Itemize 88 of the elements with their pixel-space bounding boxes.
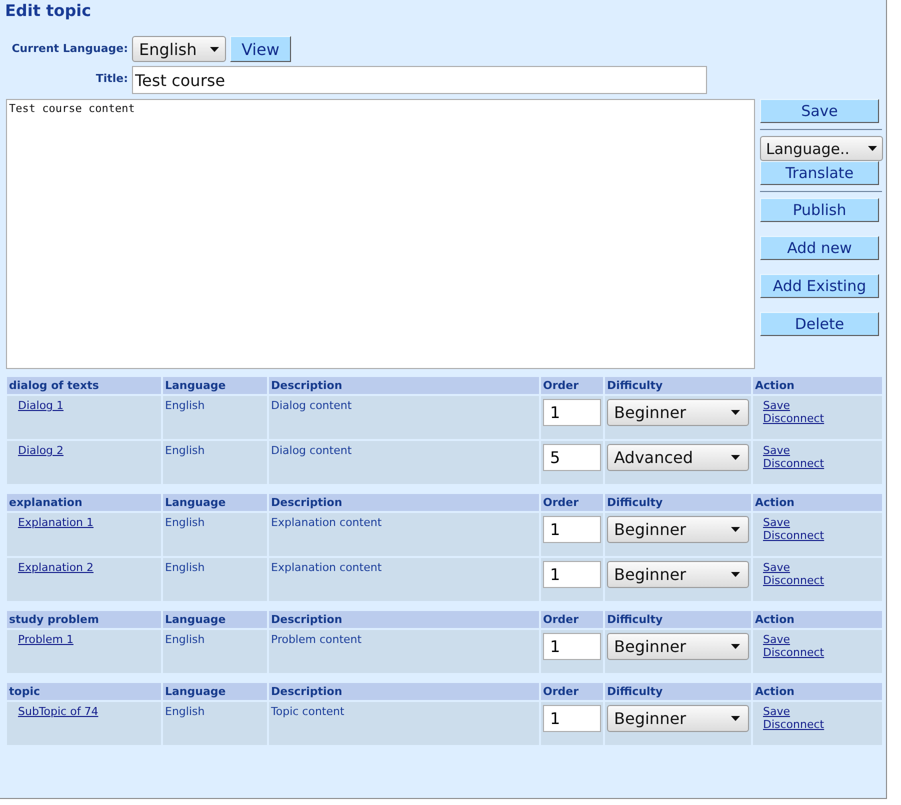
save-button[interactable]: Save: [760, 99, 879, 123]
order-field[interactable]: 5: [543, 444, 601, 471]
table-cell: English: [163, 441, 267, 484]
difficulty-dropdown[interactable]: Beginner: [607, 399, 749, 426]
item-link[interactable]: Dialog 1: [18, 399, 64, 412]
item-link[interactable]: Explanation 2: [18, 561, 94, 574]
action-link[interactable]: Save: [763, 561, 790, 574]
column-header: study problem: [7, 611, 161, 628]
action-link[interactable]: Disconnect: [763, 646, 824, 659]
table-cell: English: [163, 513, 267, 556]
action-link[interactable]: Disconnect: [763, 529, 824, 542]
column-header: Language: [163, 377, 267, 394]
translate-button[interactable]: Translate: [760, 161, 879, 185]
action-link[interactable]: Disconnect: [763, 574, 824, 587]
column-header: explanation: [7, 494, 161, 511]
table-cell: Dialog content: [269, 396, 539, 439]
action-link[interactable]: Save: [763, 399, 790, 412]
action-link[interactable]: Disconnect: [763, 718, 824, 731]
action-link[interactable]: Save: [763, 705, 790, 718]
action-button[interactable]: Add new: [760, 236, 879, 260]
table-cell: Explanation content: [269, 558, 539, 601]
column-header: Description: [269, 611, 539, 628]
action-link[interactable]: Disconnect: [763, 457, 824, 470]
column-header: Action: [753, 611, 882, 628]
order-field[interactable]: 1: [543, 516, 601, 543]
content-field[interactable]: Test course content: [6, 99, 755, 369]
column-header: Difficulty: [605, 683, 751, 700]
order-field[interactable]: 1: [543, 633, 601, 660]
column-header: Language: [163, 683, 267, 700]
caret-icon: [731, 455, 740, 460]
caret-icon: [731, 644, 740, 649]
table-cell: Explanation content: [269, 513, 539, 556]
table-cell: English: [163, 702, 267, 745]
caret-icon: [731, 716, 740, 721]
order-field[interactable]: 1: [543, 561, 601, 588]
table-cell: Topic content: [269, 702, 539, 745]
table-cell: English: [163, 396, 267, 439]
item-link[interactable]: SubTopic of 74: [18, 705, 98, 718]
table-cell: English: [163, 558, 267, 601]
column-header: Description: [269, 494, 539, 511]
language-dropdown[interactable]: Language..: [760, 136, 883, 161]
column-header: Description: [269, 683, 539, 700]
view-button[interactable]: View: [230, 36, 291, 62]
item-link[interactable]: Problem 1: [18, 633, 74, 646]
item-link[interactable]: Dialog 2: [18, 444, 64, 457]
column-header: Order: [541, 611, 603, 628]
title-field[interactable]: Test course: [132, 66, 707, 94]
difficulty-dropdown[interactable]: Beginner: [607, 633, 749, 660]
column-header: Action: [753, 377, 882, 394]
column-header: Description: [269, 377, 539, 394]
page-title: Edit topic: [5, 2, 92, 22]
caret-icon: [731, 572, 740, 577]
action-link[interactable]: Disconnect: [763, 412, 824, 425]
column-header: Difficulty: [605, 377, 751, 394]
table-cell: Problem content: [269, 630, 539, 673]
action-button[interactable]: Add Existing: [760, 274, 879, 298]
item-link[interactable]: Explanation 1: [18, 516, 94, 529]
column-header: dialog of texts: [7, 377, 161, 394]
column-header: Difficulty: [605, 494, 751, 511]
column-header: Order: [541, 683, 603, 700]
difficulty-dropdown[interactable]: Advanced: [607, 444, 749, 471]
caret-icon: [868, 146, 877, 151]
column-header: Language: [163, 611, 267, 628]
order-field[interactable]: 1: [543, 399, 601, 426]
table-cell: English: [163, 630, 267, 673]
action-button[interactable]: Delete: [760, 312, 879, 336]
column-header: Order: [541, 377, 603, 394]
action-button[interactable]: Publish: [760, 198, 879, 222]
difficulty-dropdown[interactable]: Beginner: [607, 705, 749, 732]
field-label: Current Language:: [10, 41, 128, 55]
action-link[interactable]: Save: [763, 633, 790, 646]
column-header: Language: [163, 494, 267, 511]
difficulty-dropdown[interactable]: Beginner: [607, 516, 749, 543]
order-field[interactable]: 1: [543, 705, 601, 732]
column-header: topic: [7, 683, 161, 700]
action-link[interactable]: Save: [763, 444, 790, 457]
column-header: Action: [753, 494, 882, 511]
column-header: Order: [541, 494, 603, 511]
column-header: Action: [753, 683, 882, 700]
difficulty-dropdown[interactable]: Beginner: [607, 561, 749, 588]
caret-icon: [731, 527, 740, 532]
caret-icon: [731, 410, 740, 415]
action-link[interactable]: Save: [763, 516, 790, 529]
caret-icon: [210, 46, 219, 52]
table-cell: Dialog content: [269, 441, 539, 484]
field-label: Title:: [94, 71, 128, 85]
column-header: Difficulty: [605, 611, 751, 628]
language-dropdown[interactable]: English: [132, 36, 226, 62]
